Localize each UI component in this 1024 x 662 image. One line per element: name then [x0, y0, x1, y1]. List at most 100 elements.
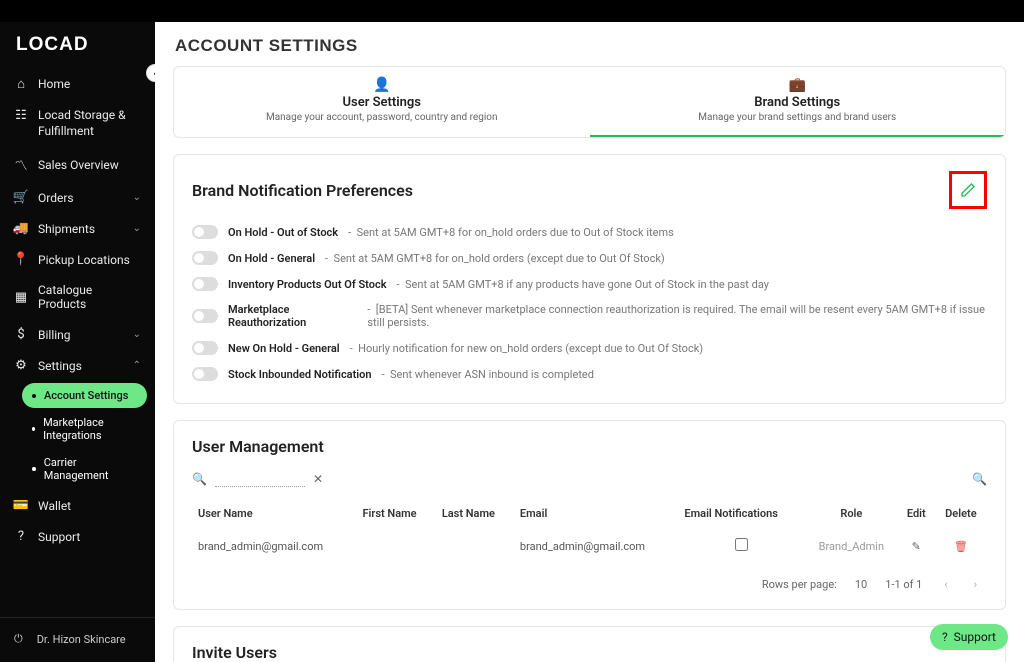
dollar-icon: $ [14, 327, 28, 342]
user-name: Dr. Hizon Skincare [37, 633, 126, 646]
chevron-down-icon: ⌄ [133, 223, 141, 234]
pagination: Rows per page: 10 1-1 of 1 ‹ › [192, 564, 987, 593]
logo: LOCAD [0, 22, 155, 66]
user-management-card: User Management 🔍 ✕ 🔍 User NameFirst Nam… [173, 420, 1006, 610]
support-label: Support [954, 630, 996, 644]
sidebar-item-label: Sales Overview [38, 158, 119, 172]
sidebar-item-pickup[interactable]: 📍 Pickup Locations [0, 244, 155, 275]
sidebar-sub-carrier[interactable]: Carrier Management [22, 450, 147, 488]
card-title: Brand Notification Preferences [192, 181, 413, 200]
pref-title: Inventory Products Out Of Stock [228, 278, 387, 291]
main-content: ACCOUNT SETTINGS 👤 User Settings Manage … [155, 22, 1024, 662]
toggle-switch[interactable] [192, 225, 218, 239]
sidebar-item-settings[interactable]: ⚙Settings⌃ [0, 350, 155, 381]
next-page-button[interactable]: › [970, 578, 981, 591]
sidebar: LOCAD ‹ ⌂Home ☷Locad Storage & Fulfillme… [0, 22, 155, 662]
table-header: User Name [192, 499, 356, 528]
table-header: First Name [356, 499, 435, 528]
sidebar-item-label: Wallet [38, 499, 71, 513]
search-input[interactable] [215, 470, 305, 487]
box-icon: ☷ [14, 108, 28, 125]
sidebar-item-home[interactable]: ⌂Home [0, 68, 155, 100]
home-icon: ⌂ [14, 76, 28, 92]
cell-email: brand_admin@gmail.com [514, 528, 678, 564]
sidebar-item-support[interactable]: ?Support [0, 521, 155, 552]
pref-desc: - [BETA] Sent whenever marketplace conne… [367, 303, 987, 329]
sidebar-item-shipments[interactable]: 🚚 Shipments ⌄ [0, 213, 155, 244]
rows-per-page-label: Rows per page: [762, 578, 837, 591]
power-icon[interactable]: ⏻ [14, 632, 23, 646]
cell-first [356, 528, 435, 564]
edit-highlighted [949, 171, 987, 209]
card-title: Invite Users [192, 643, 987, 662]
sidebar-item-label: Settings [38, 359, 82, 373]
toggle-switch[interactable] [192, 251, 218, 265]
toggle-switch[interactable] [192, 277, 218, 291]
tab-title: Brand Settings [602, 95, 994, 110]
sidebar-item-label: Account Settings [44, 389, 128, 402]
user-icon: 👤 [186, 77, 578, 93]
sidebar-item-label: Pickup Locations [38, 253, 130, 267]
pref-desc: - Sent at 5AM GMT+8 for on_hold orders d… [348, 226, 674, 239]
card-title: User Management [192, 437, 987, 456]
sidebar-item-label: Billing [38, 328, 71, 342]
tab-user-settings[interactable]: 👤 User Settings Manage your account, pas… [174, 67, 590, 137]
briefcase-icon: 💼 [602, 77, 994, 93]
tab-brand-settings[interactable]: 💼 Brand Settings Manage your brand setti… [590, 67, 1006, 137]
rows-per-page-select[interactable]: 10 [855, 578, 867, 591]
clear-icon[interactable]: ✕ [313, 472, 323, 486]
tab-title: User Settings [186, 95, 578, 110]
notification-pref-row: Inventory Products Out Of Stock- Sent at… [192, 271, 987, 297]
settings-tabs: 👤 User Settings Manage your account, pas… [173, 66, 1006, 138]
table-header: Last Name [436, 499, 514, 528]
pref-desc: - Hourly notification for new on_hold or… [350, 342, 704, 355]
cart-icon: 🛒 [14, 190, 28, 205]
toggle-switch[interactable] [192, 341, 218, 355]
sidebar-item-storage[interactable]: ☷Locad Storage & Fulfillment [0, 100, 155, 147]
sidebar-item-billing[interactable]: $Billing⌄ [0, 319, 155, 350]
edit-icon[interactable]: ✎ [912, 540, 921, 553]
notification-pref-row: Stock Inbounded Notification - Sent whene… [192, 361, 987, 387]
pref-title: Stock Inbounded Notification [228, 368, 372, 381]
cell-role: Brand_Admin [805, 528, 898, 564]
chart-icon: 〽 [14, 155, 28, 174]
delete-icon[interactable]: 🗑 [954, 540, 968, 553]
help-icon: ? [942, 630, 948, 644]
toggle-switch[interactable] [192, 367, 218, 381]
sidebar-item-sales[interactable]: 〽 Sales Overview [0, 147, 155, 182]
tab-desc: Manage your account, password, country a… [186, 112, 578, 123]
sidebar-sub-marketplace[interactable]: Marketplace Integrations [22, 410, 147, 448]
sidebar-item-label: Marketplace Integrations [43, 416, 137, 442]
pref-desc: - Sent at 5AM GMT+8 for on_hold orders (… [325, 252, 665, 265]
sidebar-item-orders[interactable]: 🛒Orders⌄ [0, 182, 155, 213]
prev-page-button[interactable]: ‹ [940, 578, 951, 591]
page-title: ACCOUNT SETTINGS [155, 22, 1024, 66]
user-table: User NameFirst NameLast NameEmailEmail N… [192, 499, 987, 564]
pref-title: On Hold - General [228, 252, 315, 265]
search-icon[interactable]: 🔍 [972, 472, 987, 486]
page-range: 1-1 of 1 [885, 578, 922, 591]
sidebar-item-wallet[interactable]: 💳Wallet [0, 490, 155, 521]
toggle-switch[interactable] [192, 309, 218, 323]
pref-title: Marketplace Reauthorization [228, 303, 357, 329]
sidebar-item-label: Support [38, 530, 80, 544]
truck-icon: 🚚 [14, 221, 28, 236]
search-icon[interactable]: 🔍 [192, 472, 207, 486]
sidebar-sub-account-settings[interactable]: Account Settings [22, 383, 147, 408]
table-row: brand_admin@gmail.com brand_admin@gmail.… [192, 528, 987, 564]
pref-desc: - Sent whenever ASN inbound is completed [382, 368, 594, 381]
sidebar-item-label: Orders [38, 191, 74, 205]
pencil-icon[interactable] [960, 182, 976, 198]
chevron-up-icon: ⌃ [133, 360, 141, 371]
table-header: Email Notifications [678, 499, 805, 528]
table-header: Delete [935, 499, 987, 528]
sidebar-item-catalogue[interactable]: ▦Catalogue Products [0, 275, 155, 319]
email-notif-checkbox[interactable] [735, 538, 748, 551]
sidebar-item-label: Shipments [38, 222, 95, 236]
calendar-icon: ▦ [14, 290, 28, 305]
pin-icon: 📍 [14, 252, 28, 267]
support-button[interactable]: ? Support [930, 624, 1008, 650]
dot-icon [32, 467, 36, 471]
sidebar-footer: ⏻ Dr. Hizon Skincare [0, 617, 155, 662]
notification-pref-row: On Hold - General - Sent at 5AM GMT+8 for… [192, 245, 987, 271]
